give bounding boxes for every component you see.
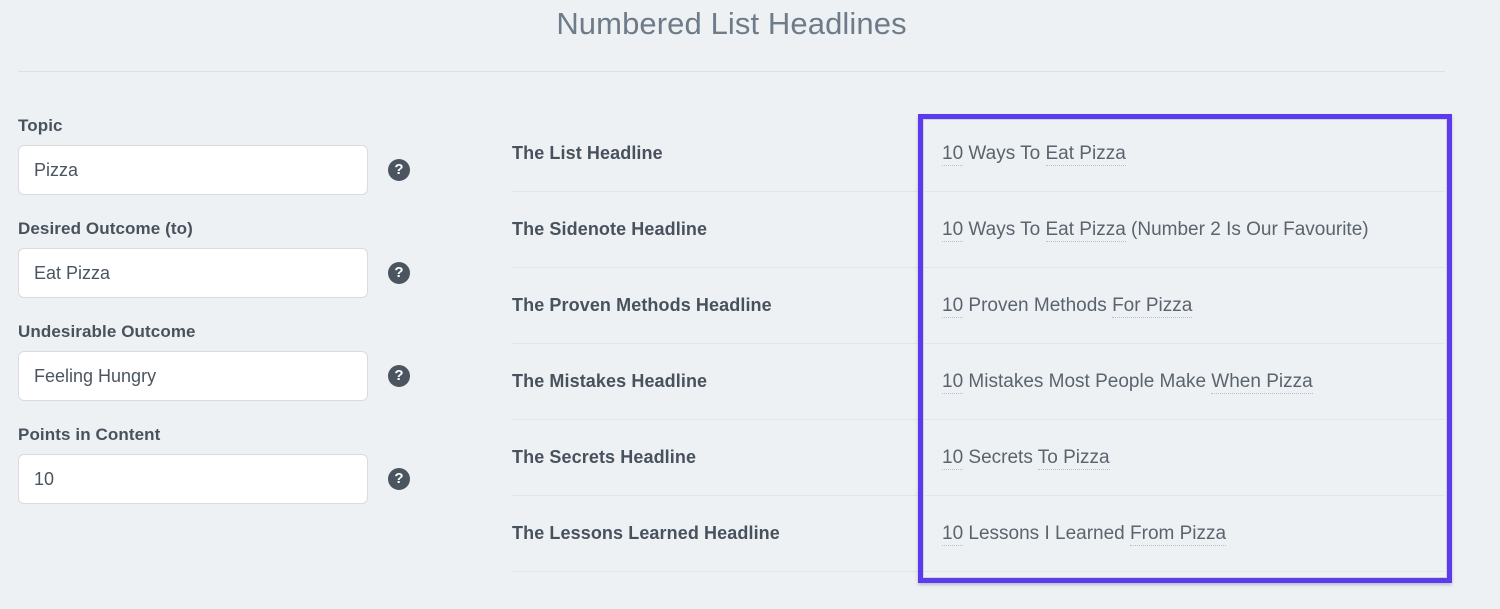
headline-type-label: The Lessons Learned Headline: [512, 523, 780, 543]
headline-text-segment: Secrets: [963, 447, 1038, 468]
spellcheck-marked-text: 10: [942, 295, 964, 318]
headline-value[interactable]: 10 Secrets To Pizza: [918, 420, 1445, 495]
table-row: The Secrets Headline 10 Secrets To Pizza: [512, 420, 1445, 496]
question-mark-circle-icon[interactable]: ?: [388, 468, 410, 490]
table-row: The Lessons Learned Headline 10 Lessons I…: [512, 496, 1445, 572]
spellcheck-marked-text: 10: [942, 219, 964, 242]
headline-type-label: The List Headline: [512, 143, 663, 163]
spellcheck-marked-text: 10: [942, 523, 964, 546]
field-label: Points in Content: [18, 425, 161, 444]
input-desired-outcome-to[interactable]: [18, 248, 368, 298]
headline-text-segment: Ways To: [963, 219, 1046, 240]
field-label: Desired Outcome (to): [18, 219, 193, 238]
results-table: The List Headline 10 Ways To Eat Pizza The…: [512, 116, 1445, 572]
headline-value[interactable]: 10 Mistakes Most People Make When Pizza: [918, 344, 1445, 419]
table-row: The Mistakes Headline 10 Mistakes Most Pe…: [512, 344, 1445, 420]
field-row: ?: [18, 145, 418, 195]
title-divider: [18, 71, 1445, 72]
table-row: The Proven Methods Headline 10 Proven Met…: [512, 268, 1445, 344]
field-group: Points in Content?: [18, 425, 418, 504]
headline-text-segment: Mistakes Most People Make: [963, 371, 1212, 392]
spellcheck-marked-text: 10: [942, 371, 964, 394]
table-row: The Sidenote Headline 10 Ways To Eat Pizz…: [512, 192, 1445, 268]
spellcheck-marked-text: For Pizza: [1112, 295, 1193, 318]
headline-value[interactable]: 10 Proven Methods For Pizza: [918, 268, 1445, 343]
spellcheck-marked-text: 10: [942, 447, 964, 470]
field-label: Topic: [18, 116, 63, 135]
headline-type-label: The Mistakes Headline: [512, 371, 708, 391]
headline-text: 10 Lessons I Learned From Pizza: [942, 516, 1227, 551]
question-mark-circle-icon[interactable]: ?: [388, 262, 410, 284]
headline-text-segment: (Number 2 Is Our Favourite): [1125, 219, 1369, 240]
field-row: ?: [18, 351, 418, 401]
headline-text-segment: Lessons I Learned: [963, 523, 1131, 544]
headline-type-label: The Sidenote Headline: [512, 219, 708, 239]
input-points-in-content[interactable]: [18, 454, 368, 504]
headline-text-segment: Ways To: [963, 143, 1046, 164]
headline-text: 10 Ways To Eat Pizza: [942, 136, 1126, 171]
field-row: ?: [18, 248, 418, 298]
input-undesirable-outcome[interactable]: [18, 351, 368, 401]
headline-value[interactable]: 10 Ways To Eat Pizza (Number 2 Is Our Fa…: [918, 192, 1445, 267]
input-form-column: Topic?Desired Outcome (to)?Undesirable O…: [18, 116, 418, 528]
spellcheck-marked-text: Eat Pizza: [1045, 219, 1126, 242]
headline-text: 10 Ways To Eat Pizza (Number 2 Is Our Fa…: [942, 212, 1369, 247]
question-mark-circle-icon[interactable]: ?: [388, 159, 410, 181]
field-row: ?: [18, 454, 418, 504]
spellcheck-marked-text: 10: [942, 143, 964, 166]
headline-text: 10 Secrets To Pizza: [942, 440, 1110, 475]
field-group: Undesirable Outcome?: [18, 322, 418, 401]
spellcheck-marked-text: When Pizza: [1211, 371, 1313, 394]
field-label: Undesirable Outcome: [18, 322, 196, 341]
headline-text: 10 Proven Methods For Pizza: [942, 288, 1193, 323]
input-topic[interactable]: [18, 145, 368, 195]
question-mark-circle-icon[interactable]: ?: [388, 365, 410, 387]
spellcheck-marked-text: To Pizza: [1037, 447, 1110, 470]
headline-value[interactable]: 10 Ways To Eat Pizza: [918, 116, 1445, 191]
headline-type-label: The Secrets Headline: [512, 447, 697, 467]
spellcheck-marked-text: From Pizza: [1130, 523, 1227, 546]
headline-value[interactable]: 10 Lessons I Learned From Pizza: [918, 496, 1445, 571]
table-row: The List Headline 10 Ways To Eat Pizza: [512, 116, 1445, 192]
page-root: Numbered List Headlines Topic?Desired Ou…: [0, 0, 1500, 609]
headline-type-label: The Proven Methods Headline: [512, 295, 772, 315]
headline-text: 10 Mistakes Most People Make When Pizza: [942, 364, 1313, 399]
page-title: Numbered List Headlines: [556, 6, 907, 41]
field-group: Desired Outcome (to)?: [18, 219, 418, 298]
spellcheck-marked-text: Eat Pizza: [1045, 143, 1126, 166]
headline-text-segment: Proven Methods: [963, 295, 1113, 316]
field-group: Topic?: [18, 116, 418, 195]
